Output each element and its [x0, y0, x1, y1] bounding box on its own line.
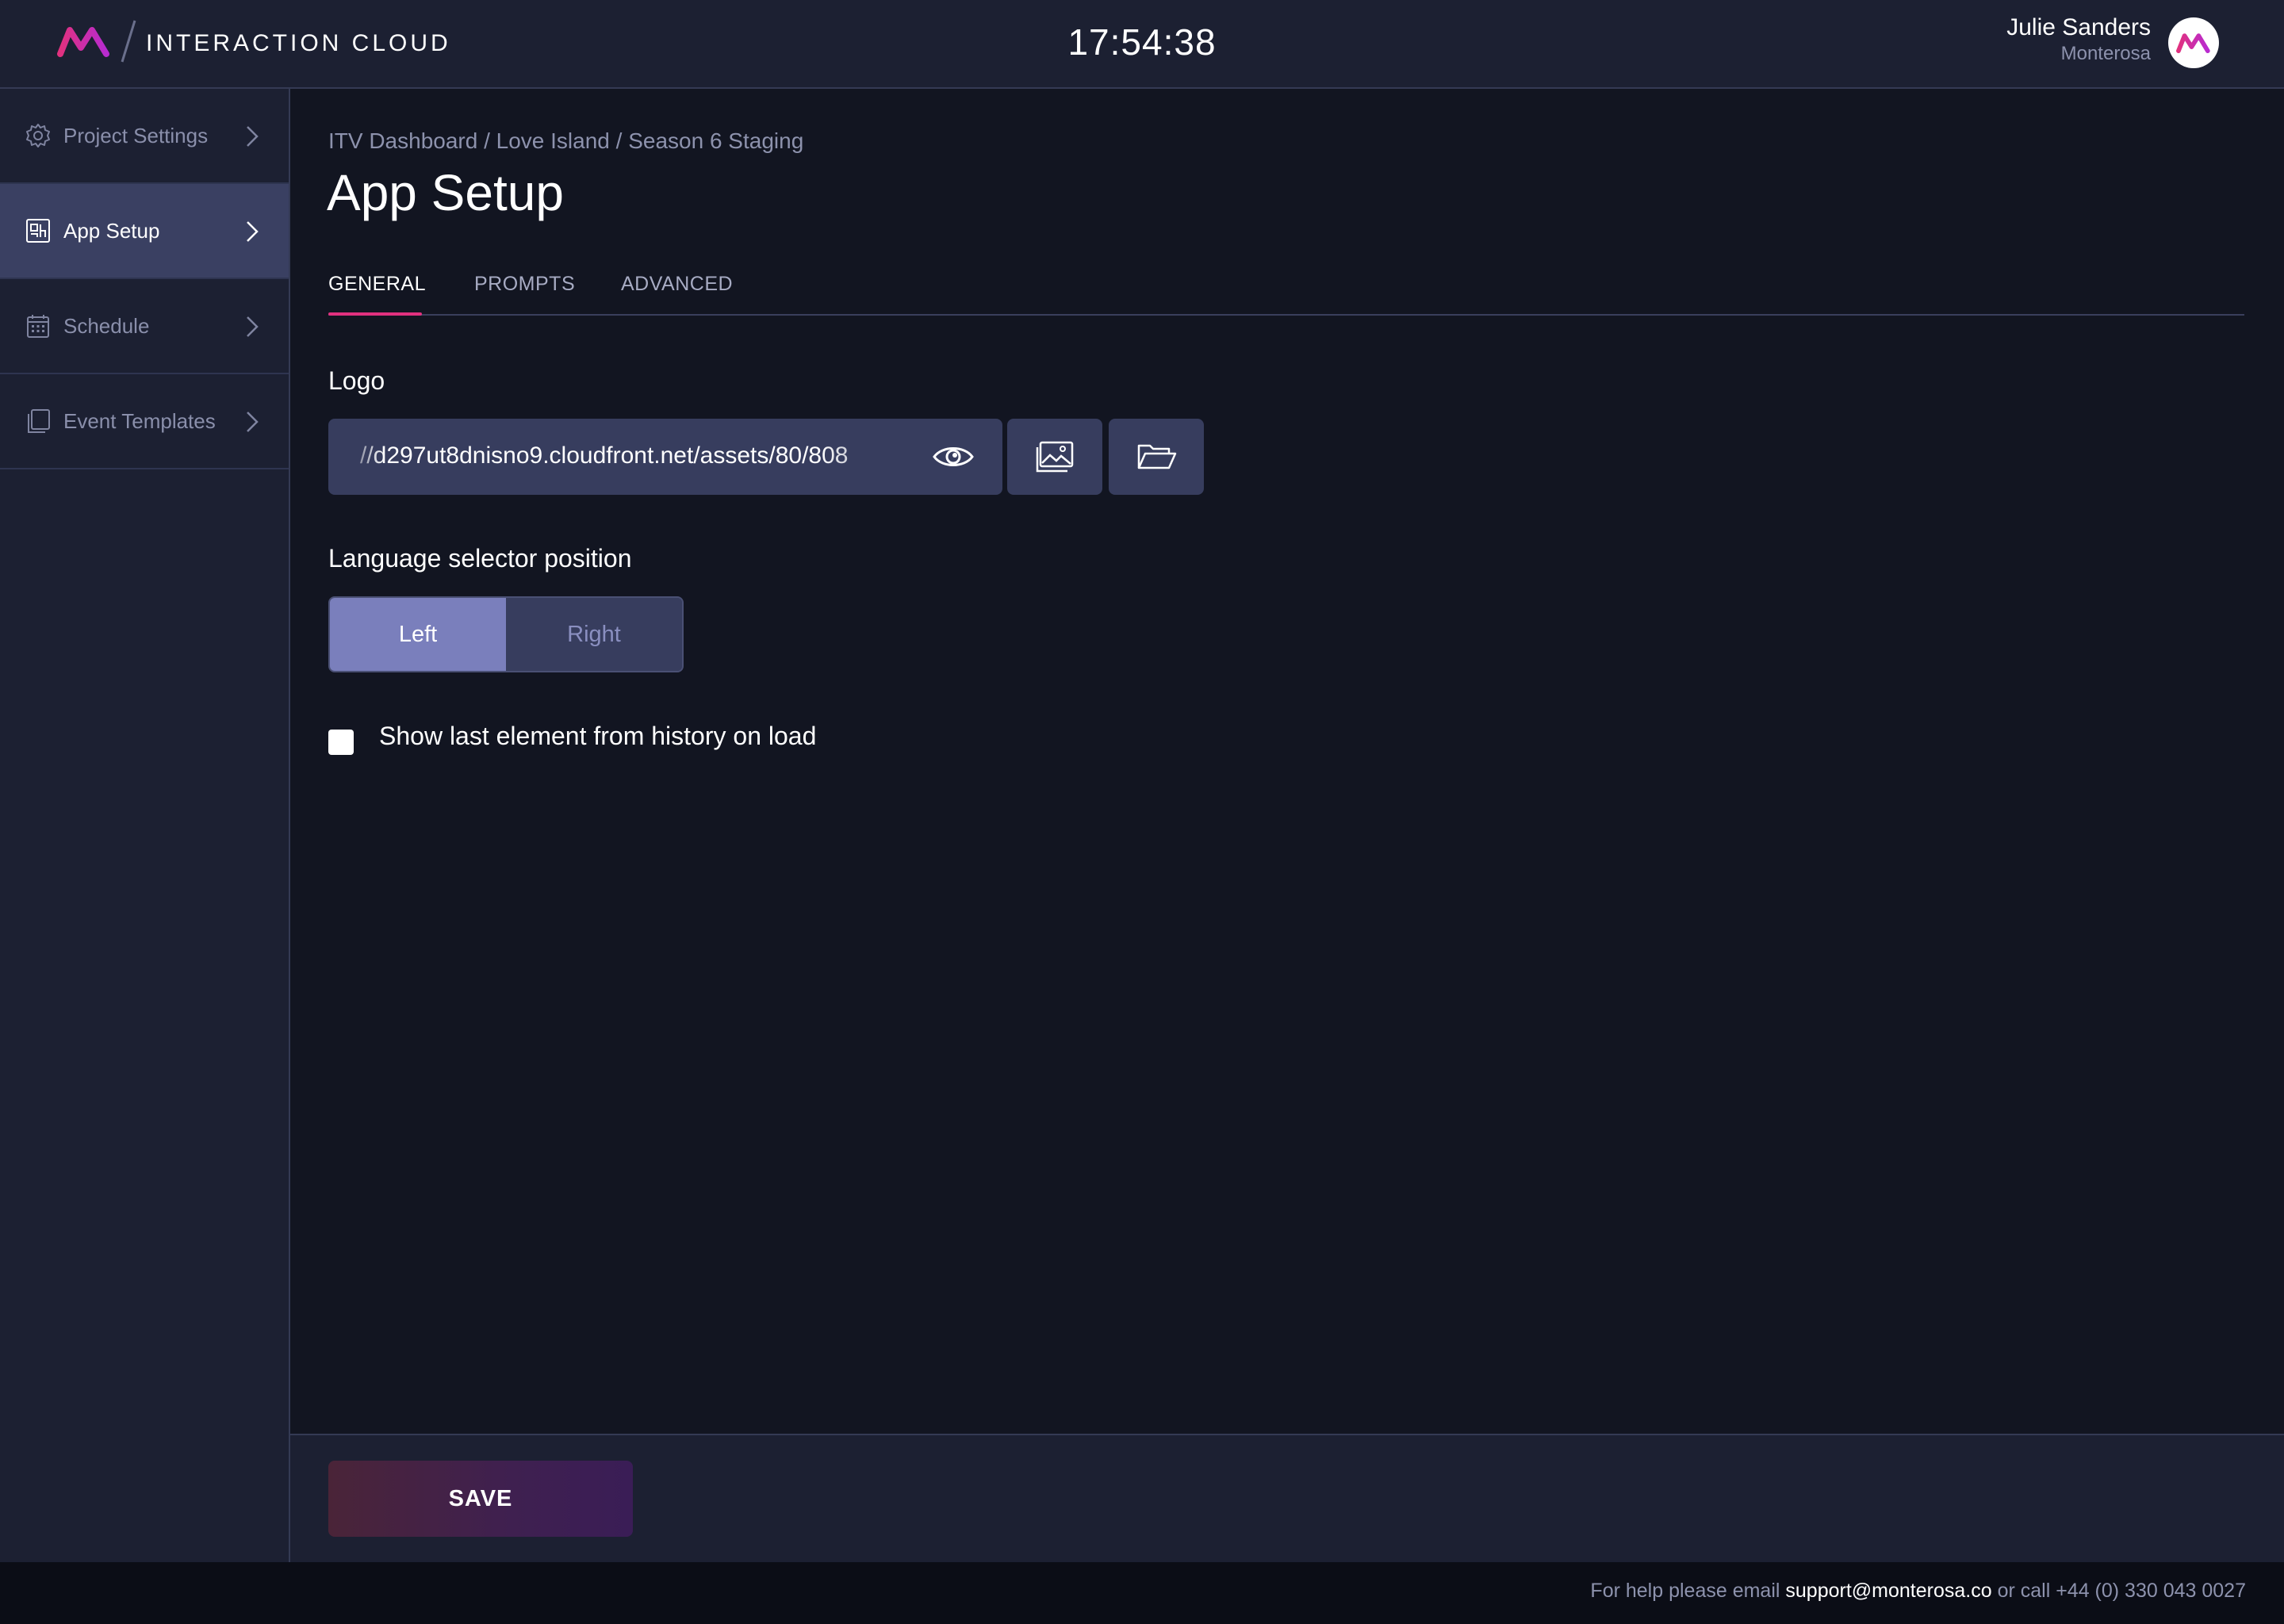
tab-advanced[interactable]: ADVANCED: [621, 273, 733, 296]
user-organization: Monterosa: [2060, 43, 2151, 64]
save-button[interactable]: SAVE: [328, 1461, 633, 1537]
user-info[interactable]: Julie Sanders Monterosa: [2006, 14, 2151, 65]
language-selector-label: Language selector position: [328, 544, 632, 573]
language-position-toggle: Left Right: [328, 596, 684, 672]
logo-url-value[interactable]: //d297ut8dnisno9.cloudfront.net/assets/8…: [360, 442, 915, 474]
active-tab-indicator: [328, 312, 422, 316]
help-suffix: or call +44 (0) 330 043 0027: [1991, 1580, 2246, 1602]
monterosa-logo-icon[interactable]: [57, 24, 111, 59]
tab-bar: GENERAL PROMPTS ADVANCED: [328, 262, 2244, 316]
breadcrumb[interactable]: ITV Dashboard / Love Island / Season 6 S…: [328, 128, 803, 154]
chevron-right-icon: [247, 126, 259, 147]
tab-general[interactable]: GENERAL: [328, 273, 426, 296]
eye-icon[interactable]: [931, 441, 975, 473]
chevron-right-icon: [247, 316, 259, 337]
tab-prompts[interactable]: PROMPTS: [474, 273, 575, 296]
sidebar-item-label: Schedule: [63, 313, 150, 338]
sidebar-item-app-setup[interactable]: App Setup: [0, 184, 289, 279]
templates-icon: [28, 409, 50, 433]
sidebar: Project Settings App Setup Schedule Even…: [0, 89, 290, 1562]
sidebar-item-event-templates[interactable]: Event Templates: [0, 374, 289, 469]
chevron-right-icon: [247, 412, 259, 432]
monterosa-avatar-icon: [2176, 33, 2210, 54]
gear-icon: [26, 124, 50, 147]
image-gallery-button[interactable]: [1007, 419, 1102, 495]
sidebar-item-project-settings[interactable]: Project Settings: [0, 89, 289, 184]
browse-folder-button[interactable]: [1109, 419, 1204, 495]
calendar-icon: [27, 315, 49, 338]
sidebar-item-label: App Setup: [63, 218, 160, 243]
avatar[interactable]: [2168, 17, 2219, 68]
history-checkbox[interactable]: [328, 730, 354, 755]
brand-name: INTERACTION CLOUD: [146, 30, 451, 56]
position-left-option[interactable]: Left: [330, 598, 506, 671]
chevron-right-icon: [247, 221, 259, 242]
clock: 17:54:38: [1067, 21, 1217, 63]
brand-divider: [121, 20, 136, 63]
sidebar-item-label: Project Settings: [63, 123, 209, 147]
top-bar: INTERACTION CLOUD 17:54:38 Julie Sanders…: [0, 0, 2284, 89]
position-right-option[interactable]: Right: [506, 598, 682, 671]
support-email-link[interactable]: support@monterosa.co: [1785, 1580, 1991, 1602]
help-text: For help please email support@monterosa.…: [1590, 1580, 2246, 1603]
save-bar: SAVE: [290, 1434, 2284, 1562]
page-title: App Setup: [327, 164, 564, 221]
user-name: Julie Sanders: [2006, 14, 2151, 40]
history-checkbox-label[interactable]: Show last element from history on load: [379, 722, 816, 751]
images-icon: [1036, 441, 1074, 473]
sidebar-item-schedule[interactable]: Schedule: [0, 279, 289, 374]
logo-label: Logo: [328, 366, 385, 395]
folder-open-icon: [1137, 444, 1177, 469]
help-prefix: For help please email: [1590, 1580, 1786, 1602]
logo-url-field[interactable]: //d297ut8dnisno9.cloudfront.net/assets/8…: [328, 419, 1002, 495]
app-setup-icon: [26, 219, 50, 243]
footer: For help please email support@monterosa.…: [0, 1562, 2284, 1624]
sidebar-item-label: Event Templates: [63, 408, 216, 433]
